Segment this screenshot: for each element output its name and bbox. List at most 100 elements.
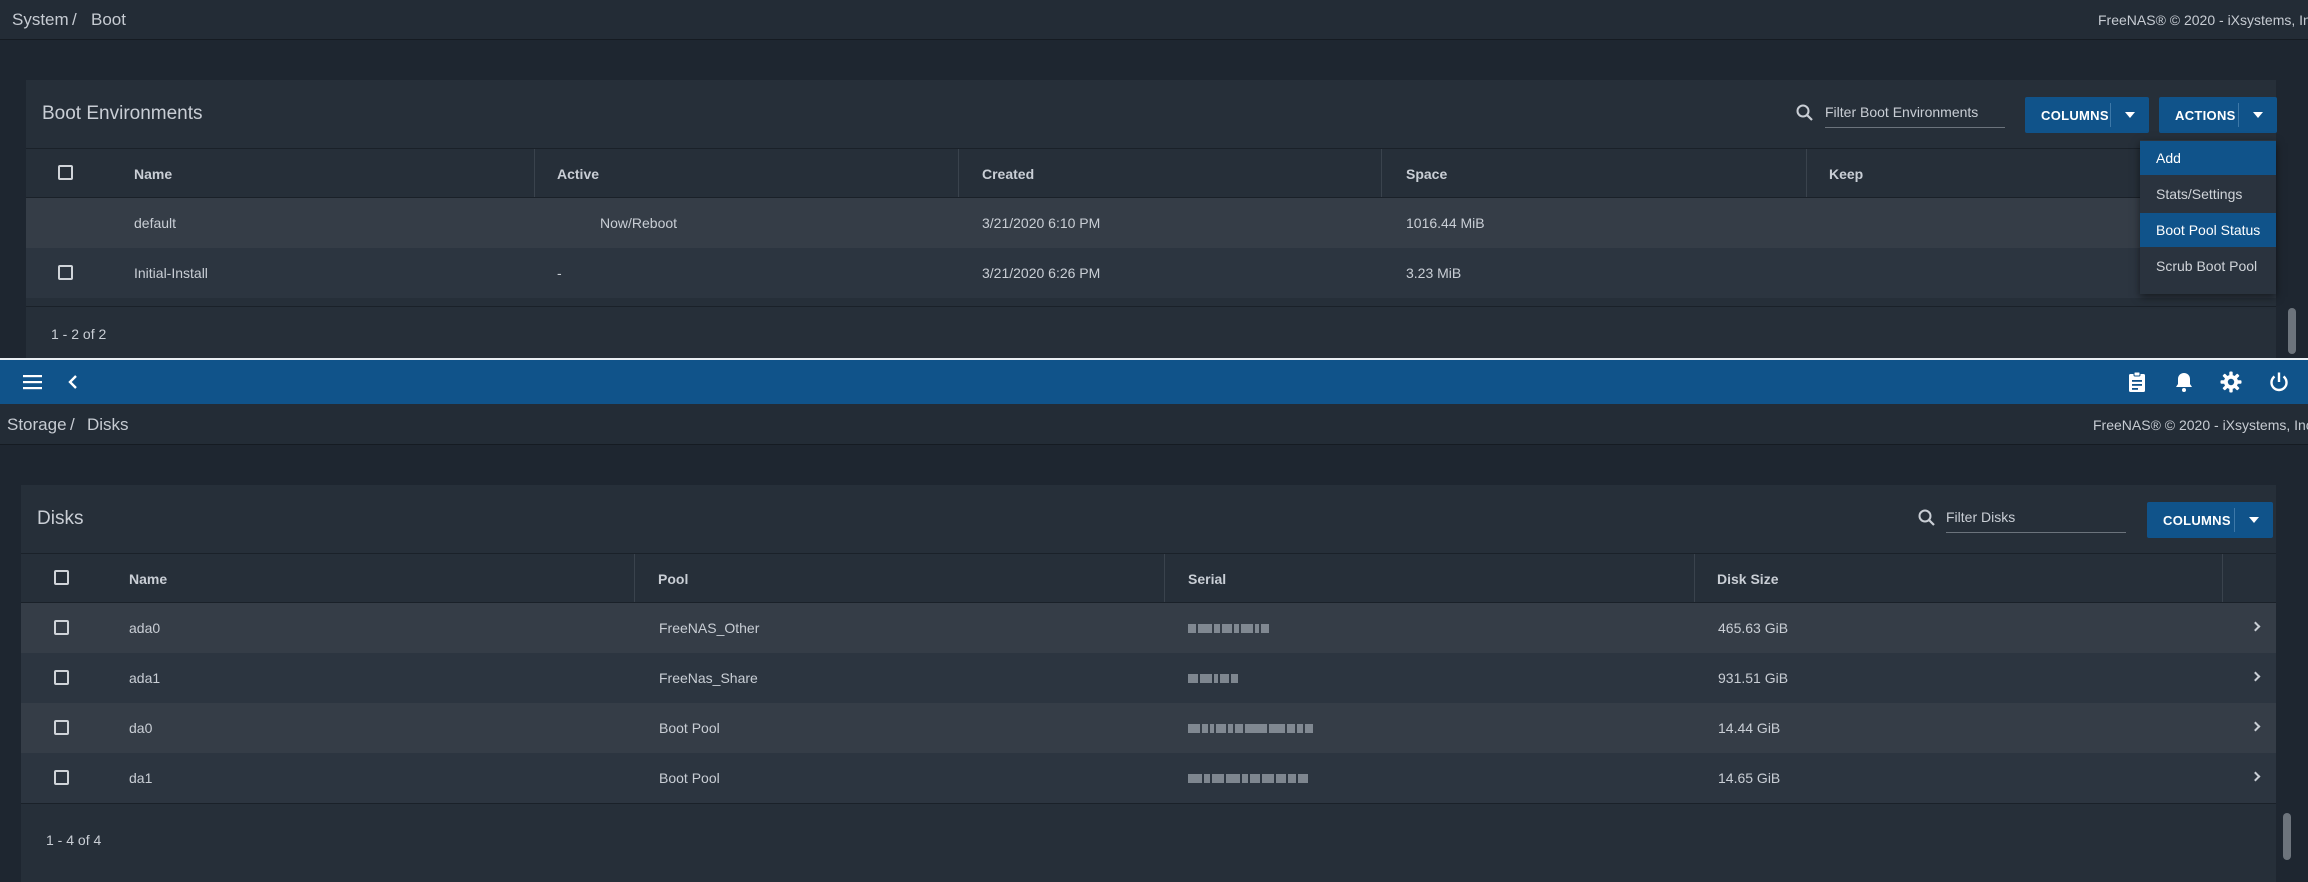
cell-name: Initial-Install <box>134 265 208 281</box>
cell-name: ada1 <box>129 670 161 686</box>
cell-name: default <box>134 215 177 231</box>
cell-space: 1016.44 MiB <box>1406 215 1485 231</box>
menu-icon[interactable] <box>21 370 45 394</box>
filter-placeholder: Filter Boot Environments <box>1825 104 1979 120</box>
actions-menu: Add Stats/Settings Boot Pool Status Scru… <box>2140 140 2276 294</box>
columns-button[interactable]: COLUMNS <box>2147 502 2273 538</box>
menu-item-stats-settings[interactable]: Stats/Settings <box>2140 177 2276 211</box>
column-header-created[interactable]: Created <box>982 166 1034 182</box>
column-header-keep[interactable]: Keep <box>1829 166 1863 182</box>
column-header-name[interactable]: Name <box>134 166 172 182</box>
table-row[interactable]: da0 Boot Pool 14.44 GiB <box>21 703 2276 753</box>
cell-disk-size: 14.65 GiB <box>1718 770 1781 786</box>
button-divider <box>2238 103 2239 127</box>
cell-space: 3.23 MiB <box>1406 265 1462 281</box>
search-icon <box>1917 508 1937 528</box>
column-header-serial[interactable]: Serial <box>1188 571 1226 587</box>
chevron-right-icon[interactable] <box>2250 671 2261 682</box>
table-header: Name Active Created Space Keep <box>26 148 2276 198</box>
breadcrumb-separator: / <box>70 415 75 434</box>
back-icon[interactable] <box>62 370 86 394</box>
column-divider <box>1164 554 1165 602</box>
cell-disk-size: 931.51 GiB <box>1718 670 1789 686</box>
column-header-pool[interactable]: Pool <box>658 571 688 587</box>
filter-boot-environments-input[interactable]: Filter Boot Environments <box>1825 98 2005 128</box>
menu-item-label: Boot Pool Status <box>2156 222 2261 238</box>
breadcrumb-disks: Disks <box>87 415 129 434</box>
menu-item-scrub-boot-pool[interactable]: Scrub Boot Pool <box>2140 249 2276 283</box>
filter-disks-input[interactable]: Filter Disks <box>1946 503 2126 533</box>
power-icon[interactable] <box>2267 370 2291 394</box>
select-all-checkbox[interactable] <box>54 570 69 585</box>
cell-name: ada0 <box>129 620 161 636</box>
boot-screen: System / Boot FreeNAS® © 2020 - iXsystem… <box>0 0 2308 358</box>
row-checkbox[interactable] <box>54 720 69 735</box>
disks-breadcrumb-bar: Storage / Disks FreeNAS® © 2020 - iXsyst… <box>0 404 2308 445</box>
disks-screen: Storage / Disks FreeNAS® © 2020 - iXsyst… <box>0 404 2308 882</box>
table-row[interactable]: default Now/Reboot 3/21/2020 6:10 PM 101… <box>26 198 2276 248</box>
redacted-serial <box>1188 774 1308 783</box>
gear-icon[interactable] <box>2219 370 2243 394</box>
chevron-right-icon[interactable] <box>2250 621 2261 632</box>
breadcrumb-system[interactable]: System <box>12 10 69 30</box>
redacted-serial <box>1188 674 1238 683</box>
column-header-active[interactable]: Active <box>557 166 599 182</box>
copyright: FreeNAS® © 2020 - iXsystems, Inc <box>2098 12 2308 28</box>
menu-item-label: Stats/Settings <box>2156 186 2243 202</box>
table-row[interactable]: ada0 FreeNAS_Other 465.63 GiB <box>21 603 2276 653</box>
scrollbar-thumb[interactable] <box>2288 308 2296 354</box>
select-all-checkbox[interactable] <box>58 165 73 180</box>
button-divider <box>2234 508 2235 532</box>
caret-down-icon <box>2249 517 2259 523</box>
boot-environments-card: Boot Environments Filter Boot Environmen… <box>26 80 2296 358</box>
column-divider <box>958 149 959 197</box>
filter-placeholder: Filter Disks <box>1946 509 2016 525</box>
redacted-serial <box>1188 724 1313 733</box>
column-divider <box>2222 554 2223 602</box>
search-icon <box>1795 103 1815 123</box>
table-footer-divider <box>26 306 2276 307</box>
column-divider <box>534 149 535 197</box>
cell-active: Now/Reboot <box>600 215 678 231</box>
chevron-right-icon[interactable] <box>2250 721 2261 732</box>
cell-active: - <box>557 265 562 281</box>
boot-breadcrumb-bar: System / Boot FreeNAS® © 2020 - iXsystem… <box>0 0 2308 40</box>
table-row[interactable]: ada1 FreeNas_Share 931.51 GiB <box>21 653 2276 703</box>
breadcrumb-boot: Boot <box>91 10 126 29</box>
bell-icon[interactable] <box>2172 370 2196 394</box>
column-header-space[interactable]: Space <box>1406 166 1447 182</box>
column-header-disk-size[interactable]: Disk Size <box>1717 571 1778 587</box>
chevron-right-icon[interactable] <box>2250 771 2261 782</box>
columns-button[interactable]: COLUMNS <box>2025 97 2149 133</box>
table-row[interactable]: da1 Boot Pool 14.65 GiB <box>21 753 2276 803</box>
cell-disk-size: 465.63 GiB <box>1718 620 1789 636</box>
row-checkbox[interactable] <box>54 770 69 785</box>
row-checkbox[interactable] <box>54 670 69 685</box>
column-divider <box>1806 149 1807 197</box>
row-checkbox[interactable] <box>58 265 73 280</box>
paginator-range: 1 - 4 of 4 <box>46 832 102 848</box>
task-manager-icon[interactable] <box>2125 370 2149 394</box>
cell-pool: Boot Pool <box>659 720 720 736</box>
cell-pool: FreeNAS_Other <box>659 620 760 636</box>
actions-button[interactable]: ACTIONS <box>2159 97 2277 133</box>
breadcrumb-storage[interactable]: Storage <box>7 415 67 435</box>
cell-name: da0 <box>129 720 153 736</box>
menu-item-label: Scrub Boot Pool <box>2156 258 2258 274</box>
table-row[interactable]: Initial-Install - 3/21/2020 6:26 PM 3.23… <box>26 248 2276 298</box>
scrollbar-thumb[interactable] <box>2283 813 2291 860</box>
menu-item-boot-pool-status[interactable]: Boot Pool Status <box>2140 213 2276 247</box>
top-toolbar <box>0 358 2308 404</box>
cell-disk-size: 14.44 GiB <box>1718 720 1781 736</box>
cell-name: da1 <box>129 770 153 786</box>
actions-button-label: ACTIONS <box>2175 108 2236 123</box>
columns-button-label: COLUMNS <box>2041 108 2109 123</box>
column-header-name[interactable]: Name <box>129 571 167 587</box>
table-header: Name Pool Serial Disk Size <box>21 553 2276 603</box>
disks-card: Disks Filter Disks COLUMNS Name Pool Ser… <box>21 485 2291 882</box>
menu-item-add[interactable]: Add <box>2140 141 2276 175</box>
caret-down-icon <box>2125 112 2135 118</box>
row-checkbox[interactable] <box>54 620 69 635</box>
column-divider <box>1381 149 1382 197</box>
caret-down-icon <box>2253 112 2263 118</box>
